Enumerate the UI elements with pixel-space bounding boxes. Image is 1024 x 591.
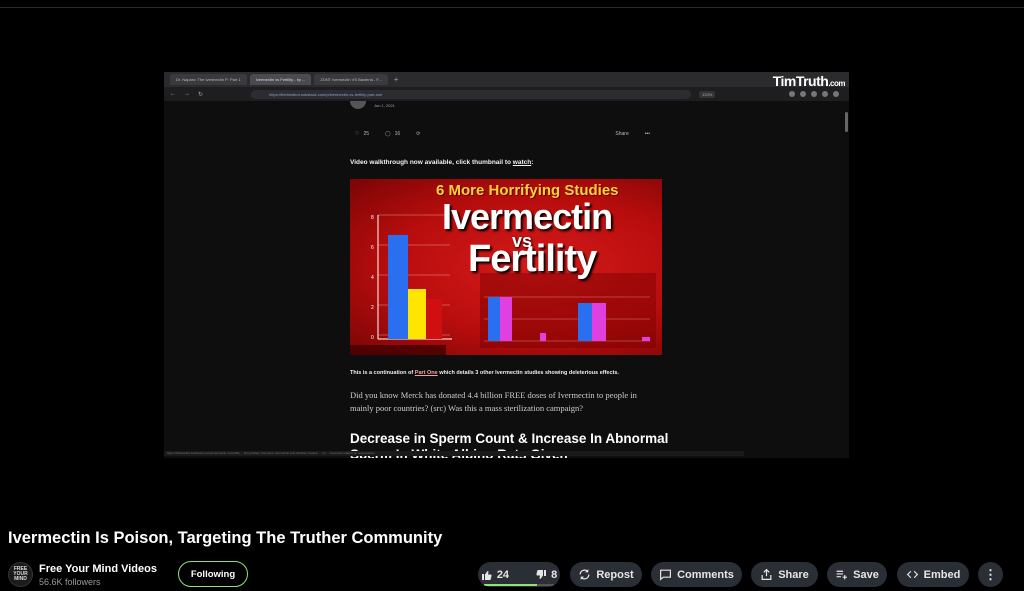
like-dislike-group: 24 8 bbox=[478, 562, 560, 587]
thumbnail-title-line2: Fertility bbox=[468, 238, 597, 280]
embed-button[interactable]: Embed bbox=[897, 562, 969, 587]
share-button[interactable]: Share bbox=[751, 562, 818, 587]
comment-icon: ◯ 16 bbox=[385, 131, 401, 137]
channel-name[interactable]: Free Your Mind Videos bbox=[39, 563, 157, 575]
back-arrow-icon: ← bbox=[170, 91, 176, 97]
browser-url-bar: ← → ↻ https://thebestbot.substack.com/p/… bbox=[164, 87, 849, 101]
svg-text:8: 8 bbox=[371, 215, 374, 221]
repost-label: Repost bbox=[596, 568, 634, 581]
thumbs-up-icon bbox=[481, 570, 492, 580]
dislike-count: 8 bbox=[551, 568, 558, 581]
repost-icon bbox=[579, 569, 590, 580]
article-paragraph: This is a continuation of Part One which… bbox=[350, 370, 619, 376]
like-count: 24 bbox=[496, 568, 510, 581]
like-ratio-bar bbox=[484, 584, 554, 586]
browser-status-line: https://thebestbot.substack.com/p/iverme… bbox=[164, 451, 744, 456]
restack-icon: ⟳ bbox=[416, 131, 421, 137]
author-avatar bbox=[350, 101, 366, 109]
share-label: Share bbox=[778, 568, 809, 581]
playlist-add-icon bbox=[836, 570, 848, 580]
plus-icon: + bbox=[393, 75, 399, 84]
follower-count: 56.6K followers bbox=[39, 577, 101, 587]
like-ratio-fill bbox=[484, 584, 537, 586]
article-share: Share bbox=[615, 131, 629, 137]
embed-label: Embed bbox=[923, 568, 961, 581]
comment-icon bbox=[660, 569, 672, 581]
article-content: Jun 1, 2021 ♡ 25 ◯ 16 ⟳ Share ••• Video … bbox=[350, 101, 670, 458]
browser-address: https://thebestbot.substack.com/p/iverme… bbox=[251, 89, 692, 99]
repost-button[interactable]: Repost bbox=[570, 562, 642, 587]
browser-tab: Ivermectin vs Fertility - by ... bbox=[249, 74, 312, 85]
comments-label: Comments bbox=[677, 568, 734, 581]
save-button[interactable]: Save bbox=[827, 562, 887, 587]
svg-text:4: 4 bbox=[371, 275, 374, 281]
svg-text:6: 6 bbox=[371, 245, 374, 251]
channel-avatar[interactable]: FREE YOUR MIND bbox=[8, 562, 33, 587]
share-icon bbox=[761, 568, 772, 580]
svg-text:0: 0 bbox=[371, 335, 374, 341]
heart-icon: ♡ 25 bbox=[355, 131, 370, 137]
article-actions: ♡ 25 ◯ 16 ⟳ Share ••• bbox=[355, 131, 660, 137]
browser-tab: ZDNT Ivermectin VS Bacteria - F... bbox=[314, 74, 388, 85]
author-row: Jun 1, 2021 bbox=[350, 101, 395, 109]
reload-icon: ↻ bbox=[198, 91, 204, 98]
browser-tab: Dr. Naparo: The Ivermectin P: Part 1 bbox=[170, 74, 247, 85]
code-icon bbox=[906, 570, 918, 579]
save-label: Save bbox=[853, 568, 879, 581]
following-button[interactable]: Following bbox=[178, 561, 248, 587]
article-paragraph: Did you know Merck has donated 4.4 billi… bbox=[350, 390, 637, 413]
svg-text:2: 2 bbox=[371, 305, 374, 311]
comments-button[interactable]: Comments bbox=[651, 562, 742, 587]
zoom-level: 133% bbox=[699, 90, 716, 98]
forward-arrow-icon: → bbox=[184, 91, 190, 97]
article-date: Jun 1, 2021 bbox=[374, 102, 395, 108]
video-note: Video walkthrough now available, click t… bbox=[350, 159, 534, 166]
video-thumbnail: 8 6 4 2 0 6 More Horrifying Studies Iver… bbox=[350, 179, 662, 355]
page-scrollbar bbox=[845, 112, 848, 132]
browser-tab-bar: Dr. Naparo: The Ivermectin P: Part 1 Ive… bbox=[164, 72, 849, 87]
more-options-button[interactable]: ⋮ bbox=[978, 562, 1003, 587]
vertical-ellipsis-icon: ⋮ bbox=[984, 566, 997, 582]
video-player[interactable]: Dr. Naparo: The Ivermectin P: Part 1 Ive… bbox=[164, 72, 849, 458]
video-title: Ivermectin Is Poison, Targeting The Trut… bbox=[8, 529, 443, 547]
thumbs-down-icon bbox=[536, 569, 547, 579]
ellipsis-icon: ••• bbox=[644, 131, 650, 137]
top-divider bbox=[0, 7, 1024, 8]
extension-icons bbox=[789, 91, 839, 97]
